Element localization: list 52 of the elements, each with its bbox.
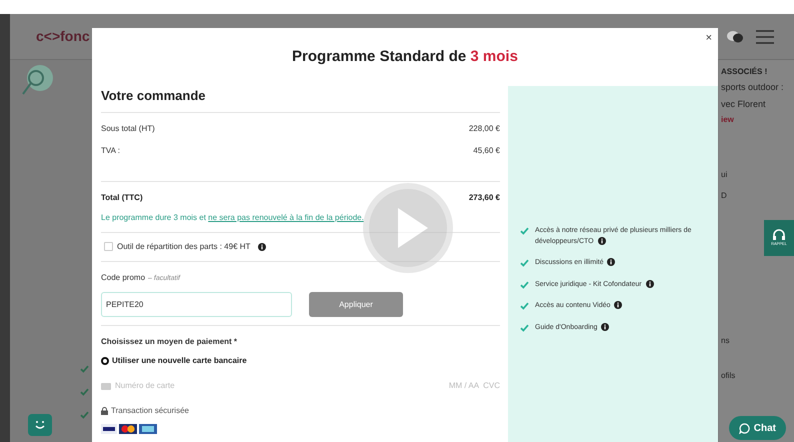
card-brands-drawing: [101, 424, 157, 434]
card-icon: [101, 382, 111, 390]
side-heading: ASSOCIÉS !: [721, 66, 768, 78]
side-text: ofils: [721, 370, 736, 382]
check-icon: [80, 365, 89, 373]
menu-icon[interactable]: [756, 30, 774, 44]
headset-icon: [772, 229, 786, 241]
check-icon: [520, 324, 529, 332]
speech-bubble-icon: [738, 422, 750, 434]
check-icon: [520, 227, 529, 235]
side-link[interactable]: iew: [721, 114, 794, 126]
smiley-icon: [34, 420, 46, 430]
side-text: ns: [721, 335, 730, 347]
renewal-link[interactable]: ne sera pas renouvelé à la fin de la période.: [208, 212, 364, 222]
side-text: D: [721, 190, 728, 202]
padlock-icon: [101, 407, 108, 415]
option-checkbox[interactable]: [104, 242, 113, 251]
check-icon: [80, 411, 89, 419]
payment-radio[interactable]: [101, 357, 109, 365]
check-icon: [520, 302, 529, 310]
logo[interactable]: c<>fonc: [36, 26, 90, 47]
line-label: Sous total (HT): [101, 122, 155, 134]
payment-label: Choisissez un moyen de paiement *: [101, 336, 238, 348]
info-icon: [598, 236, 606, 245]
modal-title: Programme Standard de 3 mois: [292, 46, 518, 67]
side-text: sports outdoor :: [721, 81, 785, 94]
info-icon: [607, 258, 616, 266]
check-icon: [520, 280, 529, 288]
card-field[interactable]: Numéro de carte MM / AA CVC: [101, 380, 500, 392]
total-amount: 273,60 €: [468, 192, 500, 204]
assistant-button[interactable]: [28, 414, 52, 436]
info-icon: [601, 322, 610, 331]
check-icon: [80, 388, 89, 396]
info-icon: [646, 280, 654, 288]
payment-method-label: Utiliser une nouvelle carte bancaire: [112, 355, 247, 367]
side-text: vec Florent: [721, 98, 767, 110]
info-icon: [614, 301, 622, 310]
secure-label: Transaction sécurisée: [111, 405, 189, 417]
duration-notice: Le programme dure 3 mois et ne sera pas renouvelé à la fin de la période.: [101, 212, 365, 224]
chat-bubbles-icon[interactable]: [726, 30, 744, 44]
promo-label: Code promo: [101, 272, 146, 284]
order-heading: Votre commande: [101, 86, 500, 112]
line-label: TVA :: [101, 144, 120, 156]
option-label: Outil de répartition des parts : 49€ HT: [117, 240, 250, 252]
total-label: Total (TTC): [101, 192, 143, 204]
check-icon: [520, 259, 529, 267]
line-amount: 45,60 €: [473, 144, 500, 156]
close-button[interactable]: ×: [706, 30, 712, 46]
chat-button[interactable]: Chat: [728, 416, 786, 440]
line-amount: 228,00 €: [468, 122, 500, 134]
info-icon: [258, 242, 266, 250]
side-text: ui: [721, 169, 728, 181]
